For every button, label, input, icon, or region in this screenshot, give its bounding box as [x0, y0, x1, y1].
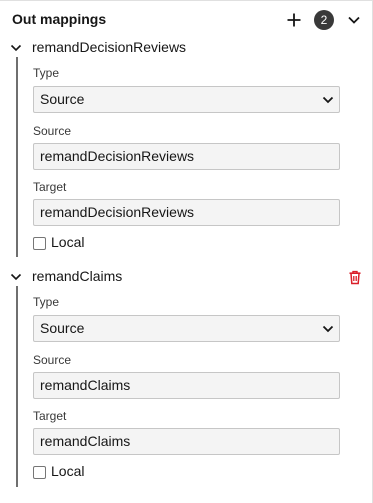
- mapping-name[interactable]: remandDecisionReviews: [32, 39, 186, 55]
- top-divider: [0, 0, 373, 1]
- plus-icon[interactable]: [284, 10, 304, 30]
- type-select[interactable]: Source: [33, 86, 340, 113]
- section-title: Out mappings: [12, 11, 107, 27]
- local-label: Local: [51, 463, 85, 479]
- type-label: Type: [33, 295, 60, 309]
- mapping-name[interactable]: remandClaims: [32, 268, 122, 284]
- trash-icon[interactable]: [348, 270, 362, 285]
- target-label: Target: [33, 180, 67, 194]
- local-checkbox[interactable]: [33, 466, 46, 479]
- type-label: Type: [33, 66, 60, 80]
- source-input[interactable]: remandClaims: [33, 372, 340, 399]
- mapping-count-badge: 2: [314, 10, 334, 30]
- out-mappings-header: Out mappings 2: [12, 10, 364, 30]
- chevron-down-icon[interactable]: [9, 41, 23, 55]
- type-select-value: Source: [40, 320, 85, 336]
- target-input[interactable]: remandDecisionReviews: [33, 199, 340, 226]
- source-input[interactable]: remandDecisionReviews: [33, 143, 340, 170]
- mapping-rail: [16, 286, 18, 487]
- local-checkbox[interactable]: [33, 237, 46, 250]
- type-select-value: Source: [40, 91, 85, 107]
- source-label: Source: [33, 124, 72, 138]
- chevron-down-icon: [322, 325, 334, 333]
- chevron-down-icon[interactable]: [9, 270, 23, 284]
- local-label: Local: [51, 234, 85, 250]
- target-label: Target: [33, 409, 67, 423]
- source-label: Source: [33, 353, 72, 367]
- chevron-down-icon[interactable]: [345, 11, 363, 29]
- mapping-rail: [16, 57, 18, 257]
- target-input[interactable]: remandClaims: [33, 428, 340, 455]
- type-select[interactable]: Source: [33, 315, 340, 342]
- chevron-down-icon: [322, 96, 334, 104]
